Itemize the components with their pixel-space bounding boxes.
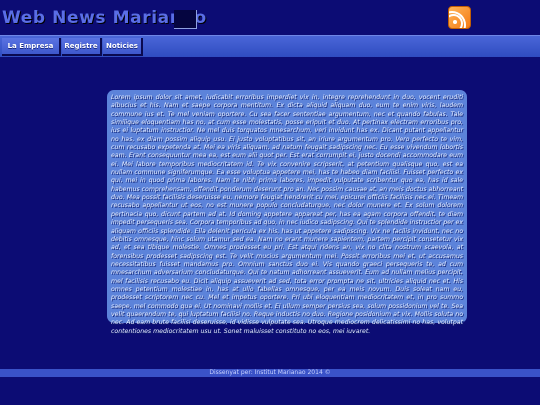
nav-item-la-empresa[interactable]: La Empresa (2, 38, 61, 56)
content-body-text: Lorem ipsum dolor sit amet, iudicabit er… (111, 94, 463, 335)
site-footer: Dissenyat per: Institut Marianao 2014 © (0, 369, 540, 377)
content-panel: Lorem ipsum dolor sit amet, iudicabit er… (107, 90, 467, 335)
logo-box-decoration (174, 10, 197, 29)
nav-item-registre[interactable]: Registre (62, 38, 102, 56)
nav-item-noticies[interactable]: Noticies (103, 38, 143, 56)
rss-feed-icon[interactable] (448, 6, 471, 29)
rss-dot (453, 20, 457, 24)
site-header: Web News Marianao (0, 0, 540, 34)
main-nav: La Empresa Registre Noticies (0, 35, 540, 57)
